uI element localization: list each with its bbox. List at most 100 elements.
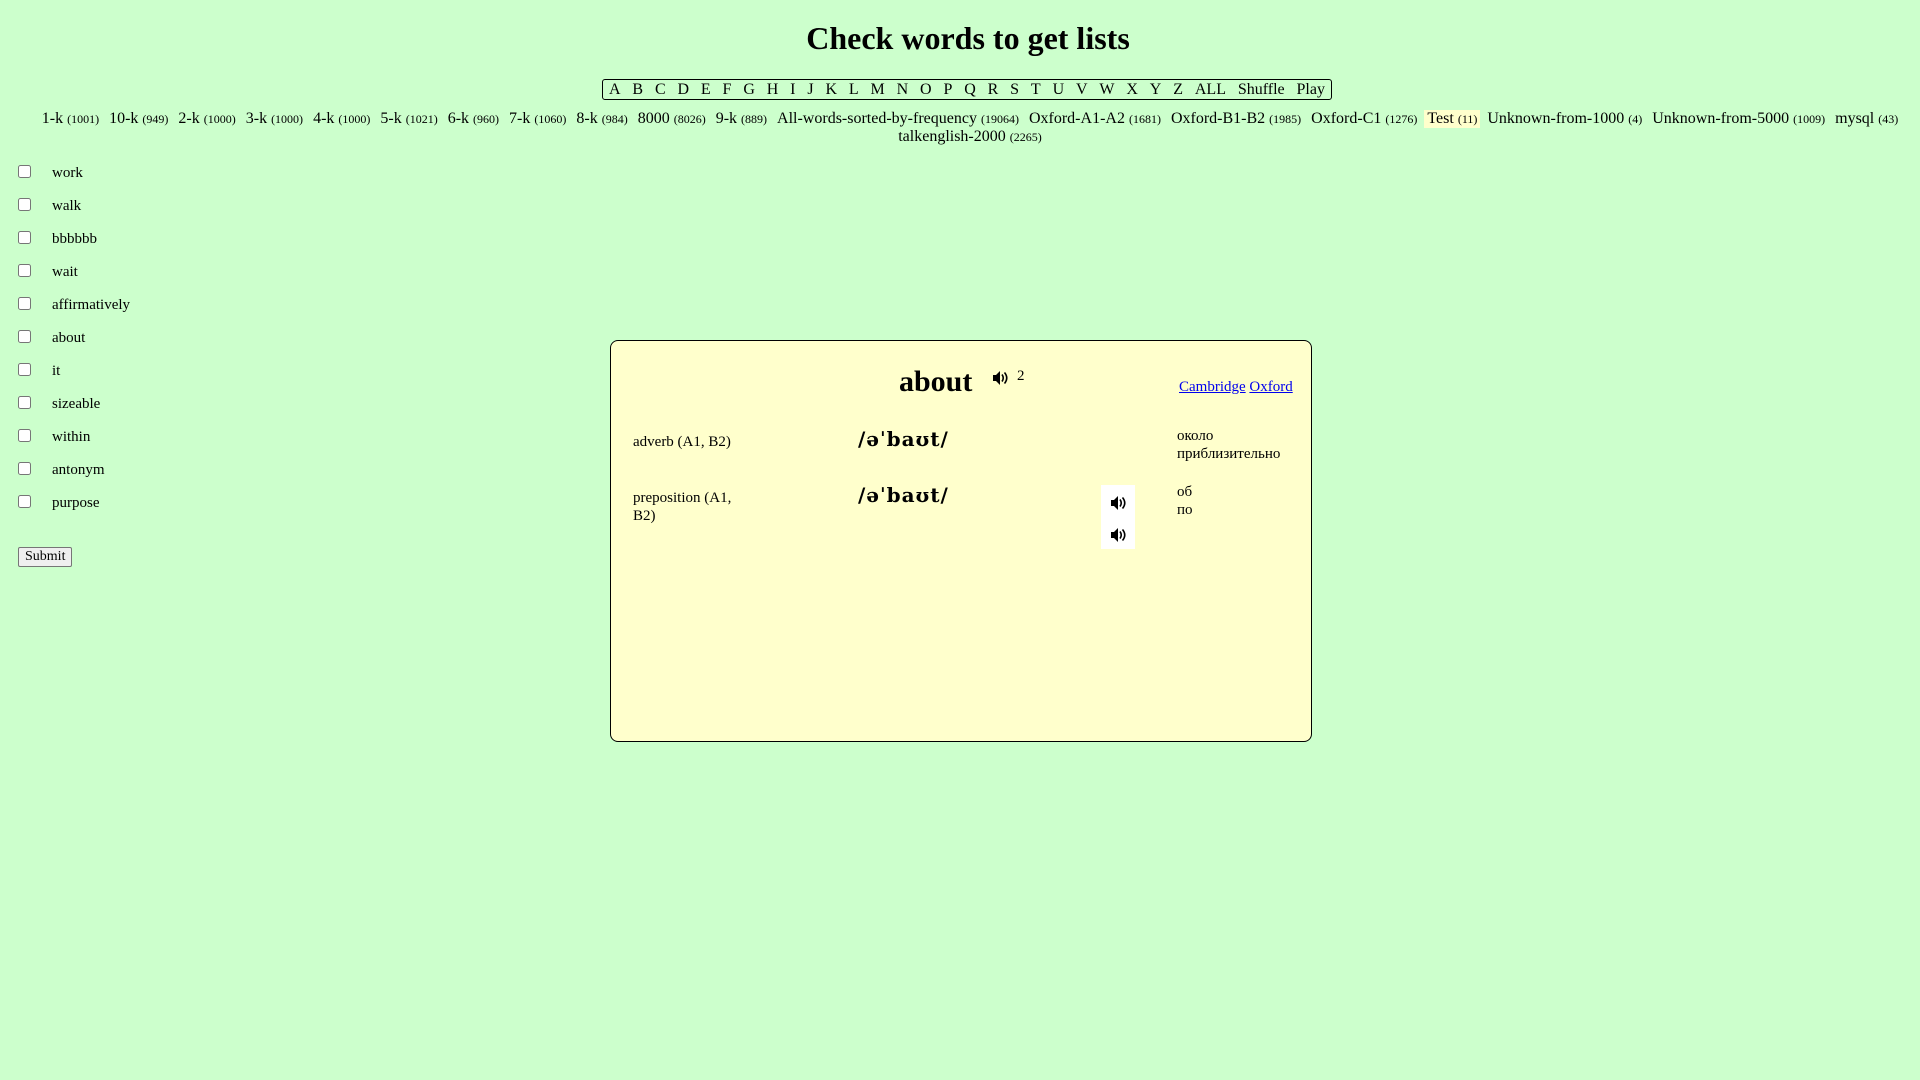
word-label[interactable]: sizeable <box>52 394 100 414</box>
letter-filter-h[interactable]: H <box>767 81 779 99</box>
word-label[interactable]: purpose <box>52 493 100 513</box>
word-checkbox[interactable] <box>18 264 31 277</box>
letter-filter-s[interactable]: S <box>1010 81 1019 99</box>
list-count: (2265) <box>1009 130 1042 144</box>
word-label[interactable]: work <box>52 163 83 183</box>
letter-filter-r[interactable]: R <box>988 81 999 99</box>
letter-filter-play[interactable]: Play <box>1297 81 1325 99</box>
speaker-icon[interactable] <box>1109 495 1127 511</box>
word-checkbox[interactable] <box>18 396 31 409</box>
list-link[interactable]: talkenglish-2000 (2265) <box>895 128 1045 146</box>
list-link[interactable]: All-words-sorted-by-frequency (19064) <box>774 110 1022 128</box>
submit-button[interactable]: Submit <box>18 547 73 567</box>
list-link[interactable]: Unknown-from-5000 (1009) <box>1649 110 1828 128</box>
sense-translations: около приблизительно <box>1177 427 1280 463</box>
list-link[interactable]: Oxford-C1 (1276) <box>1308 110 1420 128</box>
list-name: 5-k <box>380 110 402 127</box>
word-checkbox[interactable] <box>18 330 31 343</box>
letter-filter-e[interactable]: E <box>701 81 711 99</box>
word-checkbox[interactable] <box>18 363 31 376</box>
letter-filter-u[interactable]: U <box>1053 81 1065 99</box>
letter-filter-x[interactable]: X <box>1126 81 1138 99</box>
word-label[interactable]: walk <box>52 196 81 216</box>
letter-filter-q[interactable]: Q <box>964 81 976 99</box>
list-link[interactable]: mysql (43) <box>1832 110 1901 128</box>
sense-pos: adverb (A1, B2) <box>633 434 731 450</box>
cambridge-link[interactable]: Cambridge <box>1179 379 1246 395</box>
word-label[interactable]: antonym <box>52 460 105 480</box>
word-row: within <box>18 427 130 460</box>
word-label[interactable]: bbbbbb <box>52 229 97 249</box>
word-label[interactable]: affirmatively <box>52 295 130 315</box>
word-checkbox[interactable] <box>18 165 31 178</box>
list-count: (1276) <box>1385 112 1418 126</box>
list-name: 8000 <box>637 110 670 127</box>
word-card: about 2 Cambridge Oxford adverb (A1, B2)… <box>610 340 1312 742</box>
letter-filter-n[interactable]: N <box>897 81 909 99</box>
list-link[interactable]: 1-k (1001) <box>39 110 102 128</box>
list-link[interactable]: 7-k (1060) <box>506 110 569 128</box>
list-link[interactable]: Oxford-A1-A2 (1681) <box>1026 110 1164 128</box>
letter-filter-w[interactable]: W <box>1099 81 1114 99</box>
letter-filter-p[interactable]: P <box>943 81 952 99</box>
list-count: (1985) <box>1269 112 1302 126</box>
word-row: purpose <box>18 493 130 526</box>
word-checkbox[interactable] <box>18 198 31 211</box>
list-link[interactable]: 3-k (1000) <box>243 110 306 128</box>
list-link[interactable]: 6-k (960) <box>445 110 502 128</box>
list-link[interactable]: 8-k (984) <box>573 110 630 128</box>
translation-item: приблизительно <box>1177 446 1281 462</box>
list-link[interactable]: Test (11) <box>1424 110 1481 128</box>
speaker-icon[interactable] <box>991 370 1009 386</box>
sense-translations: об по <box>1177 483 1193 519</box>
sense-ipa: /əˈbaʊt/ <box>858 427 949 451</box>
letter-filter-v[interactable]: V <box>1076 81 1088 99</box>
letter-filter-shuffle[interactable]: Shuffle <box>1238 81 1285 99</box>
list-link[interactable]: Oxford-B1-B2 (1985) <box>1168 110 1304 128</box>
list-link[interactable]: Unknown-from-1000 (4) <box>1484 110 1645 128</box>
letter-filter-j[interactable]: J <box>807 81 813 99</box>
word-checkbox[interactable] <box>18 429 31 442</box>
letter-filter-d[interactable]: D <box>677 81 689 99</box>
word-label[interactable]: within <box>52 427 90 447</box>
letter-filter-c[interactable]: C <box>655 81 666 99</box>
lists-nav: 1-k (1001) 10-k (949) 2-k (1000) 3-k (10… <box>20 110 1920 146</box>
letter-filter-t[interactable]: T <box>1031 81 1041 99</box>
list-count: (1001) <box>67 112 100 126</box>
speaker-icon[interactable] <box>1109 527 1127 543</box>
word-checkbox[interactable] <box>18 462 31 475</box>
list-link[interactable]: 2-k (1000) <box>175 110 238 128</box>
letter-filter-l[interactable]: L <box>849 81 859 99</box>
oxford-link[interactable]: Oxford <box>1249 379 1292 395</box>
list-link[interactable]: 4-k (1000) <box>310 110 373 128</box>
list-link[interactable]: 8000 (8026) <box>635 110 709 128</box>
letter-filter-b[interactable]: B <box>632 81 643 99</box>
letter-filter-m[interactable]: M <box>871 81 885 99</box>
letter-filter-y[interactable]: Y <box>1150 81 1162 99</box>
letter-filter-f[interactable]: F <box>723 81 732 99</box>
list-name: 9-k <box>715 110 738 127</box>
word-label[interactable]: it <box>52 361 60 381</box>
list-count: (949) <box>142 112 169 126</box>
letter-filter-g[interactable]: G <box>743 81 755 99</box>
letter-filter-i[interactable]: I <box>790 81 795 99</box>
word-checkbox[interactable] <box>18 495 31 508</box>
word-label[interactable]: wait <box>52 262 78 282</box>
letter-filter-k[interactable]: K <box>825 81 837 99</box>
letter-filter-all[interactable]: ALL <box>1195 81 1226 99</box>
word-checkbox[interactable] <box>18 297 31 310</box>
word-label[interactable]: about <box>52 328 85 348</box>
list-count: (1060) <box>534 112 567 126</box>
audio-buttons <box>1101 485 1135 549</box>
list-link[interactable]: 9-k (889) <box>713 110 770 128</box>
letter-filter-a[interactable]: A <box>609 81 621 99</box>
letter-filter-o[interactable]: O <box>920 81 932 99</box>
list-link[interactable]: 5-k (1021) <box>377 110 440 128</box>
word-checkbox[interactable] <box>18 231 31 244</box>
list-link[interactable]: 10-k (949) <box>106 110 171 128</box>
list-name: Oxford-A1-A2 <box>1028 110 1125 127</box>
letter-filter-z[interactable]: Z <box>1173 81 1183 99</box>
list-name: Test <box>1427 110 1454 127</box>
list-name: mysql <box>1835 110 1875 127</box>
list-count: (1000) <box>271 112 304 126</box>
